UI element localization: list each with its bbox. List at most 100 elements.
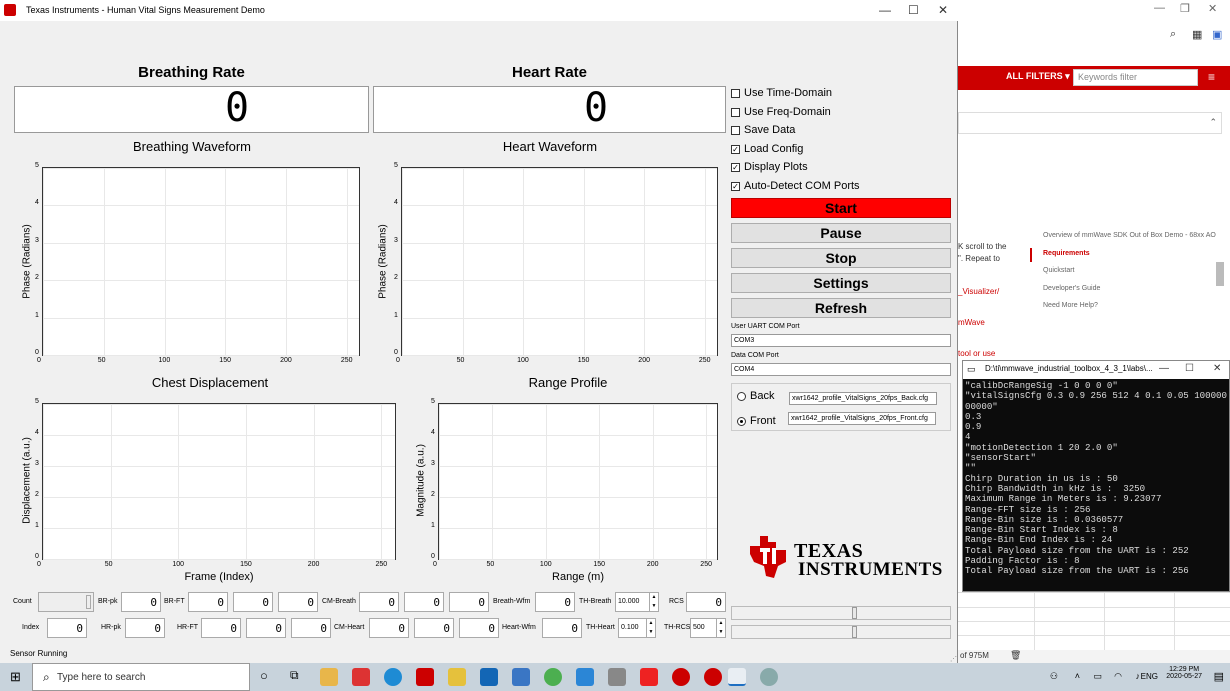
nav-link-requirements[interactable]: Requirements	[1043, 250, 1090, 257]
cortana-icon[interactable]: ○	[260, 668, 268, 683]
maximize-icon[interactable]: ☐	[908, 3, 919, 17]
wifi-icon[interactable]: ◠	[1114, 671, 1122, 682]
spin-arrows-icon[interactable]: ▲ ▼	[649, 593, 658, 611]
scrollbar-thumb[interactable]	[1216, 262, 1224, 286]
people-icon[interactable]: ⚇	[1050, 671, 1058, 682]
checkbox-box[interactable]	[731, 125, 740, 135]
collapsed-section[interactable]: ⌃	[958, 112, 1222, 134]
nav-link-quickstart[interactable]: Quickstart	[1043, 267, 1075, 274]
count-spinner[interactable]	[86, 595, 91, 609]
data-port-input[interactable]: COM4	[731, 363, 951, 376]
active-app-icon[interactable]	[728, 668, 746, 686]
close-icon[interactable]: ✕	[938, 3, 948, 17]
back-config-file-input[interactable]: xwr1642_profile_VitalSigns_20fps_Back.cf…	[789, 392, 937, 405]
settings-button[interactable]: Settings	[731, 273, 951, 293]
chest-displacement-plot[interactable]	[42, 403, 396, 560]
th-breath-spinbox[interactable]: 10.000 ▲ ▼	[615, 592, 659, 612]
minimize-icon[interactable]: —	[1154, 2, 1165, 14]
search-icon[interactable]: ⌕	[1170, 28, 1176, 41]
start-button[interactable]: Start	[731, 198, 951, 218]
refresh-button[interactable]: Refresh	[731, 298, 951, 318]
nav-link-help[interactable]: Need More Help?	[1043, 302, 1098, 309]
content-link[interactable]: _Visualizer/	[958, 287, 999, 296]
toolbar-icon[interactable]: ▣	[1212, 28, 1222, 41]
menu-icon[interactable]: ≡	[1208, 70, 1215, 84]
th-breath-value[interactable]: 10.000	[618, 598, 639, 605]
app-icon[interactable]	[704, 668, 722, 686]
restore-icon[interactable]: ❐	[1180, 2, 1190, 15]
breathing-waveform-plot[interactable]	[42, 167, 360, 356]
chrome-icon[interactable]	[544, 668, 562, 686]
close-icon[interactable]: ✕	[1208, 2, 1217, 15]
visual-studio-icon[interactable]	[512, 668, 530, 686]
language-indicator[interactable]: ENG	[1141, 672, 1158, 681]
load-config-checkbox[interactable]: ✓ Load Config	[731, 143, 803, 155]
chevron-up-icon[interactable]: ˄	[1075, 671, 1080, 681]
notifications-icon[interactable]: ▤	[1214, 670, 1224, 683]
network-icon[interactable]: ▭	[1093, 671, 1102, 682]
vscode-icon[interactable]	[576, 668, 594, 686]
chevron-up-icon[interactable]: ⌃	[1209, 117, 1217, 128]
checkbox-box[interactable]: ✓	[731, 181, 740, 191]
th-rcs-value[interactable]: 500	[693, 624, 705, 631]
taskbar-search[interactable]: ⌕ Type here to search	[32, 663, 250, 691]
all-filters-button[interactable]: ALL FILTERS ▾	[1006, 71, 1070, 82]
front-config-file-input[interactable]: xwr1642_profile_VitalSigns_20fps_Front.c…	[788, 412, 936, 425]
radio-dot[interactable]	[737, 391, 746, 401]
checkbox-box[interactable]: ✓	[731, 144, 740, 154]
ti-app-icon[interactable]	[416, 668, 434, 686]
th-rcs-spinbox[interactable]: 500 ▲ ▼	[690, 618, 726, 638]
checkbox-box[interactable]	[731, 107, 740, 117]
spin-arrows-icon[interactable]: ▲ ▼	[716, 619, 725, 637]
keywords-filter-input[interactable]: Keywords filter	[1073, 69, 1198, 86]
trash-icon[interactable]: 🗑	[1010, 650, 1021, 661]
volume-icon[interactable]: ♪	[1136, 671, 1141, 681]
slider-2[interactable]	[731, 625, 951, 639]
time-domain-checkbox[interactable]: Use Time-Domain	[731, 87, 832, 99]
system-tray: ⚇ ˄ ▭ ◠ ♪ ENG 12:29 PM 2020-05-27 ▤	[1030, 663, 1230, 691]
nav-link-developers-guide[interactable]: Developer's Guide	[1043, 285, 1100, 292]
app-icon[interactable]	[760, 668, 778, 686]
minimize-icon[interactable]: —	[879, 3, 891, 17]
save-data-checkbox[interactable]: Save Data	[731, 124, 795, 136]
toolbar-icon[interactable]: ▦	[1192, 28, 1202, 41]
content-link[interactable]: mWave	[958, 318, 985, 327]
back-radio[interactable]: Back	[737, 390, 774, 402]
clock[interactable]: 12:29 PM 2020-05-27	[1166, 666, 1202, 680]
nav-link-overview[interactable]: Overview of mmWave SDK Out of Box Demo -…	[1043, 232, 1216, 239]
close-icon[interactable]: ✕	[1213, 363, 1221, 374]
pause-button[interactable]: Pause	[731, 223, 951, 243]
app-icon[interactable]	[448, 668, 466, 686]
content-link[interactable]: tool or use	[958, 349, 995, 358]
slider-handle[interactable]	[852, 626, 857, 638]
y-tick-label: 2	[431, 491, 435, 498]
app-icon[interactable]	[352, 668, 370, 686]
range-profile-plot[interactable]	[438, 403, 718, 560]
slider-handle[interactable]	[852, 607, 857, 619]
freq-domain-checkbox[interactable]: Use Freq-Domain	[731, 106, 831, 118]
heart-waveform-plot[interactable]	[401, 167, 718, 356]
3d-viewer-icon[interactable]	[608, 668, 626, 686]
windows-start-icon[interactable]: ⊞	[10, 669, 21, 685]
app-icon[interactable]	[672, 668, 690, 686]
app-icon[interactable]	[640, 668, 658, 686]
resize-grip-icon[interactable]: ⋰	[950, 655, 957, 663]
minimize-icon[interactable]: —	[1159, 363, 1169, 374]
checkbox-box[interactable]: ✓	[731, 162, 740, 172]
task-view-icon[interactable]: ⧉	[290, 668, 299, 683]
front-radio[interactable]: Front	[737, 415, 776, 427]
display-plots-checkbox[interactable]: ✓ Display Plots	[731, 161, 808, 173]
file-explorer-icon[interactable]	[320, 668, 338, 686]
auto-detect-com-checkbox[interactable]: ✓ Auto-Detect COM Ports	[731, 180, 860, 192]
slider-1[interactable]	[731, 606, 951, 620]
outlook-icon[interactable]	[480, 668, 498, 686]
stop-button[interactable]: Stop	[731, 248, 951, 268]
uart-port-input[interactable]: COM3	[731, 334, 951, 347]
radio-dot[interactable]	[737, 416, 746, 426]
edge-browser-icon[interactable]	[384, 668, 402, 686]
maximize-icon[interactable]: ☐	[1185, 363, 1194, 374]
th-heart-value[interactable]: 0.100	[621, 624, 639, 631]
checkbox-box[interactable]	[731, 88, 740, 98]
spin-arrows-icon[interactable]: ▲ ▼	[646, 619, 655, 637]
th-heart-spinbox[interactable]: 0.100 ▲ ▼	[618, 618, 656, 638]
